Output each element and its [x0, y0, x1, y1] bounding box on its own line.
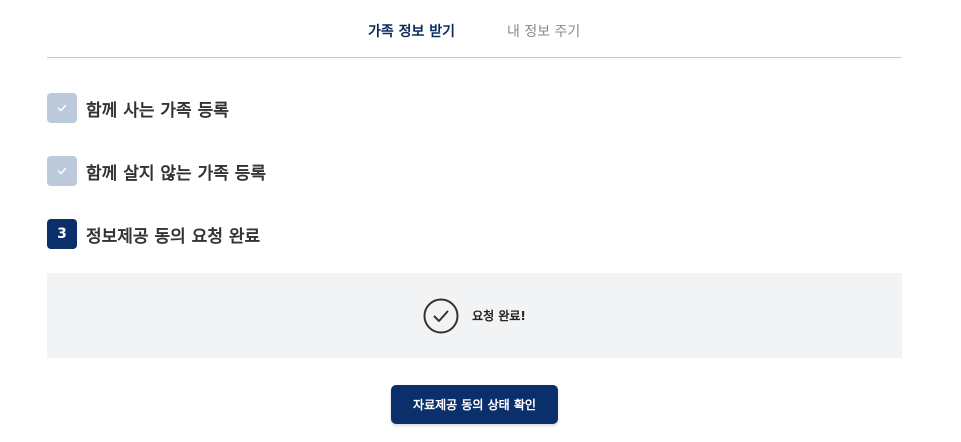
step-1-badge — [47, 93, 77, 123]
check-consent-status-button[interactable]: 자료제공 동의 상태 확인 — [391, 385, 558, 424]
step-2-label: 함께 살지 않는 가족 등록 — [86, 163, 267, 184]
step-1: 함께 사는 가족 등록 — [47, 93, 229, 123]
step-3-label: 정보제공 동의 요청 완료 — [86, 226, 261, 247]
request-complete-text: 요청 완료! — [472, 309, 526, 323]
tab-bar: 가족 정보 받기 내 정보 주기 — [47, 0, 902, 58]
step-2: 함께 살지 않는 가족 등록 — [47, 156, 266, 186]
step-1-label: 함께 사는 가족 등록 — [86, 100, 229, 121]
request-complete-panel: 요청 완료! — [47, 273, 902, 358]
check-icon — [57, 104, 67, 112]
step-3: 3 정보제공 동의 요청 완료 — [47, 219, 260, 249]
step-2-badge — [47, 156, 77, 186]
check-circle-icon — [423, 298, 459, 333]
check-icon — [57, 167, 67, 175]
tab-receive-family-info[interactable]: 가족 정보 받기 — [368, 21, 455, 41]
step-3-badge: 3 — [47, 219, 77, 249]
tab-give-my-info[interactable]: 내 정보 주기 — [507, 21, 580, 41]
